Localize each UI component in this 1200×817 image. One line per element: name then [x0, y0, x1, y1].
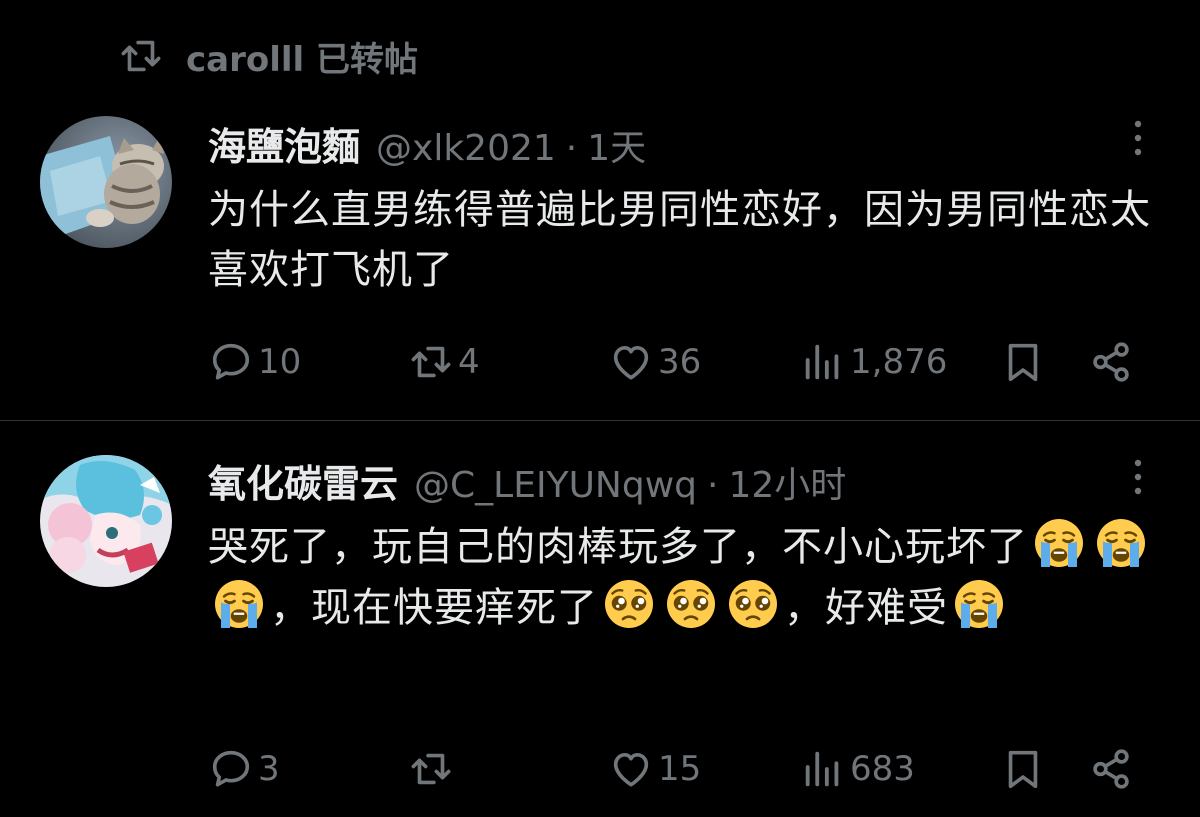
user-handle[interactable]: @xlk2021 [376, 128, 556, 169]
display-name[interactable]: 海鹽泡麵 [208, 116, 360, 171]
pleading-face-emoji [726, 577, 780, 631]
like-count: 15 [658, 749, 702, 789]
loudly-crying-face-emoji [1032, 516, 1086, 570]
like-button[interactable]: 36 [608, 334, 701, 390]
pleading-face-emoji [602, 577, 656, 631]
tweet[interactable]: 海鹽泡麵 @xlk2021 · 1天 为什么直男练得普遍比男同性恋好，因为男同性… [0, 0, 1200, 420]
retweet-icon [408, 746, 454, 792]
bookmark-icon [1000, 339, 1046, 385]
display-name[interactable]: 氧化碳雷云 [208, 453, 398, 508]
tweet-text-part: 哭死了，玩自己的肉棒玩多了，不小心玩坏了 [208, 524, 1028, 570]
retweet-button[interactable] [408, 741, 458, 797]
user-handle[interactable]: @C_LEIYUNqwq [414, 465, 697, 506]
tweet-text-part: ，好难受 [784, 585, 948, 631]
heart-icon [608, 746, 654, 792]
separator-dot: · [565, 128, 578, 169]
bookmark-button[interactable] [1000, 334, 1046, 390]
separator-dot: · [707, 465, 719, 506]
views-icon [800, 746, 846, 792]
reply-count: 10 [258, 342, 302, 382]
more-options-button[interactable] [1126, 118, 1150, 164]
view-count: 683 [850, 749, 915, 789]
timestamp[interactable]: 12小时 [728, 456, 846, 508]
loudly-crying-face-emoji [1094, 516, 1148, 570]
pleading-face-emoji [664, 577, 718, 631]
anime-avatar-image [40, 455, 172, 587]
share-icon [1088, 746, 1134, 792]
reply-button[interactable]: 10 [208, 334, 301, 390]
retweet-icon [408, 339, 454, 385]
share-button[interactable] [1088, 334, 1134, 390]
tweet-text: 为什么直男练得普遍比男同性恋好，因为男同性恋太喜欢打飞机了 [208, 187, 1151, 293]
bookmark-icon [1000, 746, 1046, 792]
tweet-text: 哭死了，玩自己的肉棒玩多了，不小心玩坏了 ，现在快要痒死了 ，好难受 [208, 516, 1168, 638]
views-icon [800, 339, 846, 385]
cat-avatar-image [40, 116, 172, 248]
more-options-button[interactable] [1126, 457, 1150, 503]
view-count: 1,876 [850, 342, 948, 382]
share-icon [1088, 339, 1134, 385]
reply-button[interactable]: 3 [208, 741, 280, 797]
share-button[interactable] [1088, 741, 1134, 797]
tweet-header: 氧化碳雷云 @C_LEIYUNqwq · 12小时 [208, 453, 846, 508]
like-count: 36 [658, 342, 702, 382]
reply-icon [208, 746, 254, 792]
avatar[interactable] [40, 116, 172, 248]
bookmark-button[interactable] [1000, 741, 1046, 797]
retweet-button[interactable]: 4 [408, 334, 480, 390]
views-button[interactable]: 1,876 [800, 334, 947, 390]
like-button[interactable]: 15 [608, 741, 701, 797]
views-button[interactable]: 683 [800, 741, 915, 797]
more-icon [1134, 120, 1142, 156]
timestamp[interactable]: 1天 [587, 119, 646, 171]
tweet-actions: 3 15 683 [208, 741, 1158, 797]
tweet-header: 海鹽泡麵 @xlk2021 · 1天 [208, 116, 646, 171]
heart-icon [608, 339, 654, 385]
reply-count: 3 [258, 749, 280, 789]
tweet-text-part: ，现在快要痒死了 [270, 585, 598, 631]
avatar[interactable] [40, 455, 172, 587]
more-icon [1134, 459, 1142, 495]
loudly-crying-face-emoji [952, 577, 1006, 631]
retweet-count: 4 [458, 342, 480, 382]
tweet[interactable]: 氧化碳雷云 @C_LEIYUNqwq · 12小时 哭死了，玩自己的肉棒玩多了，… [0, 421, 1200, 817]
loudly-crying-face-emoji [212, 577, 266, 631]
tweet-actions: 10 4 36 1,876 [208, 334, 1158, 390]
reply-icon [208, 339, 254, 385]
